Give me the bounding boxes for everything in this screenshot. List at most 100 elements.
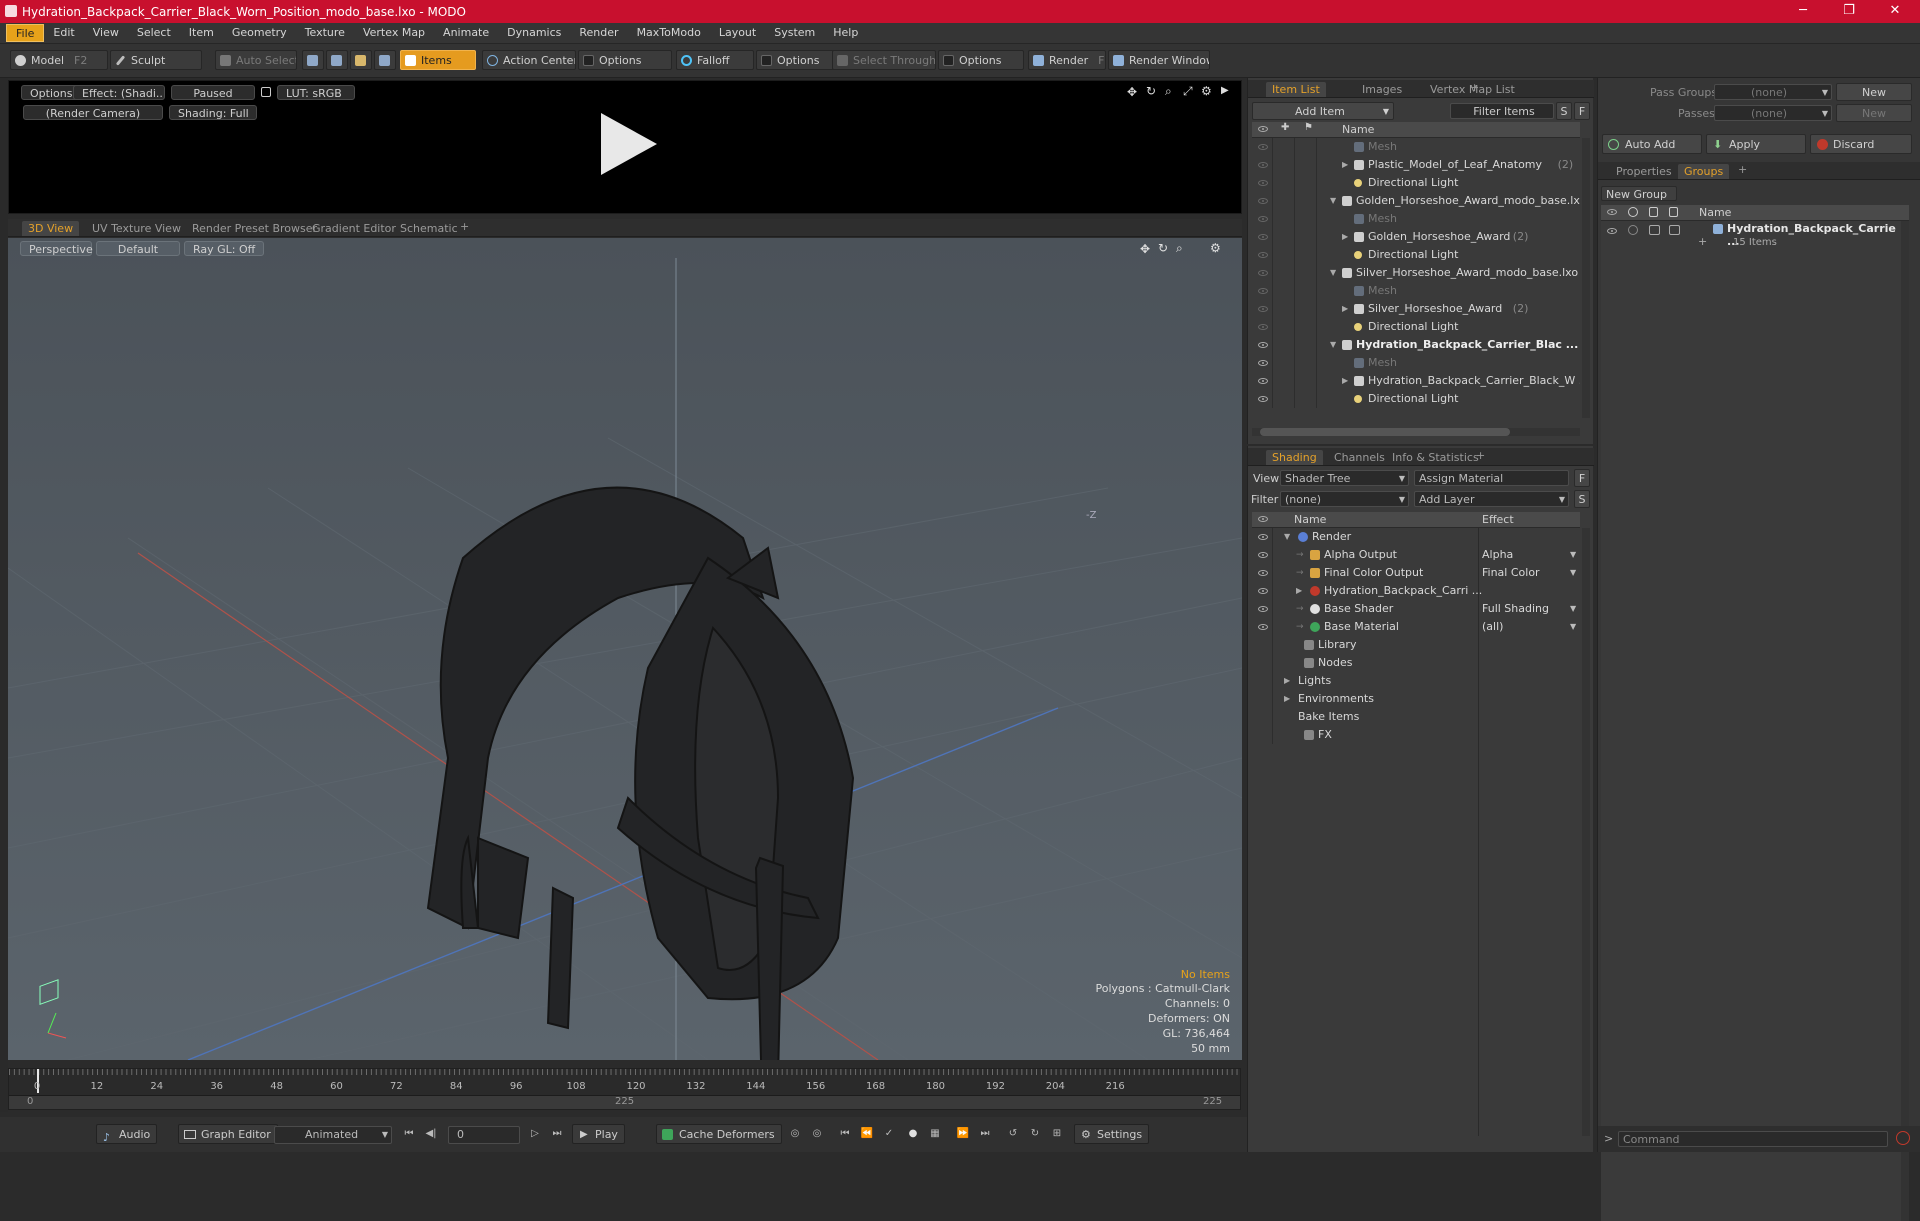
edges-mode-button[interactable] bbox=[326, 50, 348, 70]
next-key-step-icon[interactable]: ⏩ bbox=[954, 1124, 972, 1144]
item-row[interactable]: Directional Light bbox=[1252, 318, 1580, 336]
auto-add-button[interactable]: Auto Add bbox=[1602, 134, 1702, 154]
shader-row[interactable]: → Alpha Output Alpha ▼ bbox=[1252, 546, 1580, 564]
shader-row[interactable]: → Base Material (all) ▼ bbox=[1252, 618, 1580, 636]
visibility-column-icon[interactable] bbox=[1258, 516, 1268, 522]
tab-render-preset-browser[interactable]: Render Preset Browser bbox=[186, 221, 323, 236]
render-column-icon[interactable] bbox=[1628, 207, 1638, 217]
shader-filter-dropdown[interactable]: (none) ▼ bbox=[1280, 491, 1409, 507]
rotate-icon[interactable]: ↻ bbox=[1158, 241, 1168, 255]
visibility-column-icon[interactable] bbox=[1258, 126, 1268, 132]
group-add-icon[interactable]: + bbox=[1698, 235, 1707, 248]
next-key-frame-icon[interactable]: ⏭ bbox=[976, 1124, 994, 1144]
effect-dropdown-icon[interactable]: ▼ bbox=[1570, 600, 1576, 618]
select-through-button[interactable]: Select Through bbox=[832, 50, 936, 70]
menu-view[interactable]: View bbox=[84, 24, 128, 42]
tab-item-list[interactable]: Item List bbox=[1266, 82, 1326, 97]
materials-mode-button[interactable] bbox=[374, 50, 396, 70]
tab-add-tab-icon[interactable]: + bbox=[1738, 163, 1747, 176]
item-row[interactable]: ▶ Plastic_Model_of_Leaf_Anatomy (2) bbox=[1252, 156, 1580, 174]
expand-arrow-icon[interactable]: ▶ bbox=[1284, 690, 1290, 708]
move-icon[interactable]: ✥ bbox=[1140, 242, 1150, 256]
select-through-options-button[interactable]: Options bbox=[938, 50, 1024, 70]
pass-groups-dropdown[interactable]: (none) ▼ bbox=[1714, 84, 1832, 100]
3d-viewport[interactable]: -Z Perspective Default Ray GL: Off ✥ ↻ ⌕… bbox=[8, 238, 1242, 1060]
menu-item[interactable]: Item bbox=[180, 24, 223, 42]
visibility-eye-icon[interactable] bbox=[1258, 144, 1268, 150]
default-style-dropdown[interactable]: Default bbox=[96, 241, 180, 256]
rotate-icon[interactable]: ↻ bbox=[1146, 84, 1156, 98]
prev-key-icon[interactable]: ◀| bbox=[422, 1124, 440, 1144]
action-center-button[interactable]: Action Center bbox=[482, 50, 576, 70]
tab-shading[interactable]: Shading bbox=[1266, 450, 1323, 465]
visibility-eye-icon[interactable] bbox=[1258, 288, 1268, 294]
perspective-dropdown[interactable]: Perspective bbox=[20, 241, 93, 256]
collapse-arrow-icon[interactable]: ▼ bbox=[1330, 336, 1336, 354]
tab-add-tab-icon[interactable]: + bbox=[1470, 81, 1479, 94]
visibility-eye-icon[interactable] bbox=[1258, 624, 1268, 630]
passes-dropdown[interactable]: (none) ▼ bbox=[1714, 105, 1832, 121]
loop-icon[interactable]: ↺ bbox=[1004, 1124, 1022, 1144]
shader-row[interactable]: → Final Color Output Final Color ▼ bbox=[1252, 564, 1580, 582]
filter-items-field[interactable]: Filter Items bbox=[1450, 103, 1554, 119]
item-row[interactable]: ▶ Golden_Horseshoe_Award (2) bbox=[1252, 228, 1580, 246]
sculpt-mode-button[interactable]: Sculpt bbox=[110, 50, 202, 70]
visibility-eye-icon[interactable] bbox=[1258, 588, 1268, 594]
group-lock-icon[interactable] bbox=[1649, 225, 1660, 235]
zoom-icon[interactable]: ⌕ bbox=[1165, 84, 1172, 99]
render-column-icon[interactable]: ⚑ bbox=[1304, 122, 1313, 133]
render-window-button[interactable]: Render Window bbox=[1108, 50, 1210, 70]
expand-icon[interactable]: ⤢ bbox=[1183, 84, 1193, 99]
items-mode-button[interactable]: Items bbox=[400, 50, 476, 70]
visibility-eye-icon[interactable] bbox=[1258, 162, 1268, 168]
preview-camera-dropdown[interactable]: (Render Camera) bbox=[23, 105, 163, 120]
menu-system[interactable]: System bbox=[765, 24, 824, 42]
item-row[interactable]: Directional Light bbox=[1252, 390, 1580, 408]
backpack-model[interactable] bbox=[426, 486, 855, 1060]
command-history-icon[interactable] bbox=[1896, 1131, 1910, 1145]
menu-maxtomodo[interactable]: MaxToModo bbox=[628, 24, 710, 42]
auto-key-icon[interactable]: ✓ bbox=[880, 1124, 898, 1144]
apply-button[interactable]: ⬇ Apply bbox=[1706, 134, 1806, 154]
tab-properties[interactable]: Properties bbox=[1610, 164, 1678, 179]
minimize-icon[interactable]: ─ bbox=[1780, 0, 1826, 23]
item-row[interactable]: Directional Light bbox=[1252, 246, 1580, 264]
expand-arrow-icon[interactable]: ▶ bbox=[1296, 582, 1302, 600]
prev-key-frame-icon[interactable]: ⏮ bbox=[836, 1124, 854, 1144]
falloff-button[interactable]: Falloff bbox=[676, 50, 754, 70]
menu-dynamics[interactable]: Dynamics bbox=[498, 24, 570, 42]
shader-row[interactable]: Nodes bbox=[1252, 654, 1580, 672]
visibility-eye-icon[interactable] bbox=[1258, 606, 1268, 612]
visibility-eye-icon[interactable] bbox=[1258, 306, 1268, 312]
menu-file[interactable]: File bbox=[6, 24, 45, 42]
visibility-eye-icon[interactable] bbox=[1258, 234, 1268, 240]
new-group-button[interactable]: New Group bbox=[1601, 186, 1677, 201]
item-list-scrollbar[interactable] bbox=[1582, 138, 1590, 418]
visibility-eye-icon[interactable] bbox=[1258, 534, 1268, 540]
discard-button[interactable]: Discard bbox=[1810, 134, 1912, 154]
preview-effect-dropdown[interactable]: Effect: (Shadi... bbox=[73, 85, 165, 100]
group-select-icon[interactable] bbox=[1669, 225, 1680, 235]
sync-icon[interactable]: ↻ bbox=[1026, 1124, 1044, 1144]
first-frame-icon[interactable]: ⏮ bbox=[400, 1124, 418, 1144]
menu-animate[interactable]: Animate bbox=[434, 24, 498, 42]
select-column-icon[interactable] bbox=[1669, 207, 1678, 217]
menu-vertex-map[interactable]: Vertex Map bbox=[354, 24, 434, 42]
polygons-mode-button[interactable] bbox=[350, 50, 372, 70]
visibility-eye-icon[interactable] bbox=[1258, 270, 1268, 276]
lock-icon[interactable] bbox=[261, 87, 271, 97]
animated-dropdown[interactable]: Animated ▼ bbox=[274, 1126, 392, 1144]
preview-paused-button[interactable]: Paused bbox=[171, 85, 255, 100]
gear-icon[interactable]: ⚙ bbox=[1210, 241, 1221, 255]
render-button[interactable]: RenderF9 bbox=[1028, 50, 1106, 70]
shader-row[interactable]: Bake Items bbox=[1252, 708, 1580, 726]
tab-add-tab-icon[interactable]: + bbox=[1476, 449, 1485, 462]
item-row[interactable]: Directional Light bbox=[1252, 174, 1580, 192]
gear-icon[interactable]: ⚙ bbox=[1201, 84, 1212, 98]
visibility-column-icon[interactable] bbox=[1607, 209, 1617, 215]
visibility-eye-icon[interactable] bbox=[1258, 216, 1268, 222]
item-row[interactable]: ▶ Silver_Horseshoe_Award (2) bbox=[1252, 300, 1580, 318]
play-button[interactable]: ▶ Play bbox=[572, 1124, 625, 1144]
item-row[interactable]: Mesh bbox=[1252, 210, 1580, 228]
effect-dropdown-icon[interactable]: ▼ bbox=[1570, 564, 1576, 582]
